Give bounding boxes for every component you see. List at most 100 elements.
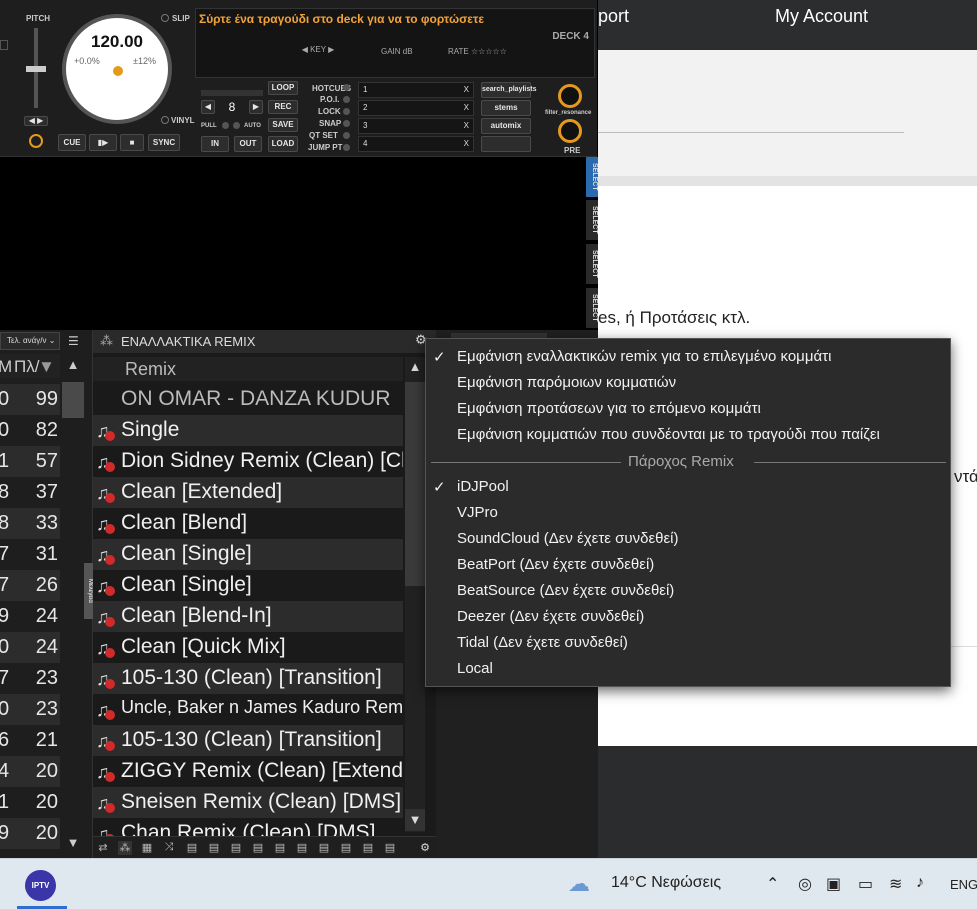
list-icon[interactable]: ▤ bbox=[273, 841, 287, 855]
hotcue-slot-2[interactable]: 2X bbox=[358, 100, 474, 116]
table-row[interactable]: 9 20 bbox=[0, 818, 60, 849]
list-icon[interactable]: ▤ bbox=[317, 841, 331, 855]
list-icon[interactable]: ▤ bbox=[185, 841, 199, 855]
qtset-led[interactable] bbox=[343, 132, 350, 139]
meet-icon[interactable]: ◎ bbox=[798, 874, 812, 894]
table-row[interactable]: 7 23 bbox=[0, 663, 60, 694]
list-icon[interactable]: ▤ bbox=[295, 841, 309, 855]
pull-led[interactable] bbox=[222, 122, 229, 129]
hotcue-slot-1[interactable]: 1X bbox=[358, 82, 474, 98]
chevron-up-icon[interactable]: ⌃ bbox=[766, 874, 779, 894]
menu-item-provider-6[interactable]: Tidal (Δεν έχετε συνδεθεί) bbox=[457, 634, 628, 651]
play-pause-button[interactable]: ▮▶ bbox=[89, 134, 117, 151]
table-row[interactable]: 1 57 bbox=[0, 446, 60, 477]
save-button[interactable]: SAVE bbox=[268, 118, 298, 132]
menu-item-provider-4[interactable]: BeatSource (Δεν έχετε συνδεθεί) bbox=[457, 582, 674, 599]
list-icon[interactable]: ▤ bbox=[361, 841, 375, 855]
menu-item-provider-2[interactable]: SoundCloud (Δεν έχετε συνδεθεί) bbox=[457, 530, 678, 547]
cue-button[interactable]: CUE bbox=[58, 134, 86, 151]
list-item[interactable]: ♫ Single bbox=[93, 415, 403, 446]
track-info-panel[interactable]: Σύρτε ένα τραγούδι στο deck για να το φο… bbox=[195, 8, 595, 78]
table-row[interactable]: 9 24 bbox=[0, 601, 60, 632]
menu-item-provider-5[interactable]: Deezer (Δεν έχετε συνδεθεί) bbox=[457, 608, 644, 625]
menu-item-view-3[interactable]: Εμφάνιση κομματιών που συνδέονται με το … bbox=[457, 426, 880, 443]
loop-halve-button[interactable]: ◀ bbox=[201, 100, 215, 114]
iptv-app-icon[interactable]: IPTV bbox=[25, 870, 56, 901]
list-item[interactable]: ♫ Clean [Quick Mix] bbox=[93, 632, 403, 663]
remix-column-header[interactable]: Remix bbox=[93, 357, 403, 381]
rate-control[interactable]: RATE ☆☆☆☆☆ bbox=[448, 47, 507, 56]
pre-knob[interactable] bbox=[558, 119, 582, 143]
weather-text[interactable]: 14°C Νεφώσεις bbox=[611, 874, 721, 892]
remix-scroll-up-icon[interactable]: ▲ bbox=[405, 359, 425, 379]
jumppt-led[interactable] bbox=[343, 144, 350, 151]
list-icon[interactable]: ▤ bbox=[339, 841, 353, 855]
list-item[interactable]: ♫ ZIGGY Remix (Clean) [Extended] bbox=[93, 756, 403, 787]
menu-item-provider-7[interactable]: Local bbox=[457, 660, 493, 677]
remix-view-icon[interactable]: ⁂ bbox=[118, 841, 132, 855]
hotcue-clear-2[interactable]: X bbox=[464, 103, 469, 112]
list-icon[interactable]: ▤ bbox=[207, 841, 221, 855]
hotcue-clear-3[interactable]: X bbox=[464, 121, 469, 130]
hotcue-slot-4[interactable]: 4X bbox=[358, 136, 474, 152]
sideview-icon[interactable]: ⇄ bbox=[96, 841, 110, 855]
list-item[interactable]: ♫ Clean [Single] bbox=[93, 539, 403, 570]
side-tab-select-2[interactable]: SELECT bbox=[586, 200, 598, 240]
pitch-nudge-buttons[interactable]: ◀ ▶ bbox=[24, 116, 48, 126]
list-options-icon[interactable]: ☰ bbox=[68, 334, 79, 348]
list-icon[interactable]: ▤ bbox=[251, 841, 265, 855]
side-collapse-tab[interactable]: Μέλεγεια bbox=[84, 563, 93, 619]
key-control[interactable]: ◀ KEY ▶ bbox=[268, 45, 368, 54]
nav-my-account-link[interactable]: My Account bbox=[775, 6, 868, 27]
menu-item-provider-1[interactable]: VJPro bbox=[457, 504, 498, 521]
hotcue-clear-1[interactable]: X bbox=[464, 85, 469, 94]
table-row[interactable]: 7 26 bbox=[0, 570, 60, 601]
battery-icon[interactable]: ▭ bbox=[858, 874, 873, 894]
remix-scroll-down-icon[interactable]: ▼ bbox=[405, 809, 425, 831]
gain-control[interactable]: GAIN dB bbox=[381, 47, 413, 56]
table-row[interactable]: 7 31 bbox=[0, 539, 60, 570]
sync-button[interactable]: SYNC bbox=[148, 134, 180, 151]
list-header[interactable]: Μ Πλ/ ▼ bbox=[0, 354, 60, 378]
list-item[interactable]: ♫ 105-130 (Clean) [Transition] bbox=[93, 663, 403, 694]
list-item[interactable]: ♫Dion Sidney Remix (Clean) [Club] bbox=[93, 446, 403, 477]
sampler-icon[interactable]: ▦ bbox=[140, 841, 154, 855]
list-icon[interactable]: ▤ bbox=[229, 841, 243, 855]
hotcues-led[interactable] bbox=[343, 84, 350, 91]
menu-item-view-1[interactable]: Εμφάνιση παρόμοιων κομματιών bbox=[457, 374, 676, 391]
side-tab-select-3[interactable]: SELECT bbox=[586, 244, 598, 284]
hotcue-clear-4[interactable]: X bbox=[464, 139, 469, 148]
rec-button[interactable]: REC bbox=[268, 100, 298, 114]
scroll-down-icon[interactable]: ▼ bbox=[62, 835, 84, 855]
automix-pad[interactable]: automix bbox=[481, 118, 531, 134]
nav-support-link[interactable]: port bbox=[598, 6, 629, 27]
filter-resonance-knob[interactable] bbox=[558, 84, 582, 108]
poi-led[interactable] bbox=[343, 96, 350, 103]
empty-pad[interactable] bbox=[481, 136, 531, 152]
side-tab-select-4[interactable]: SELECT bbox=[586, 288, 598, 328]
sort-dropdown[interactable]: Τελ. ανάγ/ν ⌄ bbox=[0, 332, 60, 350]
list-icon[interactable]: ▤ bbox=[383, 841, 397, 855]
loop-in-button[interactable]: IN bbox=[201, 136, 229, 152]
stems-pad[interactable]: stems bbox=[481, 100, 531, 116]
table-row[interactable]: 1 20 bbox=[0, 787, 60, 818]
table-row[interactable]: 6 21 bbox=[0, 725, 60, 756]
pitch-slider-handle[interactable] bbox=[26, 66, 46, 72]
lock-led[interactable] bbox=[343, 108, 350, 115]
vinyl-toggle[interactable] bbox=[161, 116, 169, 124]
load-button[interactable]: LOAD bbox=[268, 136, 298, 152]
side-tab-select-1[interactable]: SELECT bbox=[586, 157, 598, 197]
table-row[interactable]: 0 99 bbox=[0, 384, 60, 415]
cloud-icon[interactable]: ☁ bbox=[568, 871, 590, 897]
gear-icon[interactable]: ⚙ bbox=[418, 841, 432, 855]
list-item[interactable]: ♫ Sneisen Remix (Clean) [DMS] bbox=[93, 787, 403, 818]
snap-led[interactable] bbox=[343, 120, 350, 127]
table-row[interactable]: 8 33 bbox=[0, 508, 60, 539]
speaker-icon[interactable]: ♪ bbox=[916, 874, 924, 892]
list-item[interactable]: ♫ 105-130 (Clean) [Transition] bbox=[93, 725, 403, 756]
list-item[interactable]: ♫ Clean [Extended] bbox=[93, 477, 403, 508]
loop-out-button[interactable]: OUT bbox=[234, 136, 262, 152]
list-item[interactable]: ♫ Clean [Single] bbox=[93, 570, 403, 601]
loop-double-button[interactable]: ▶ bbox=[249, 100, 263, 114]
loop-button[interactable]: LOOP bbox=[268, 81, 298, 95]
